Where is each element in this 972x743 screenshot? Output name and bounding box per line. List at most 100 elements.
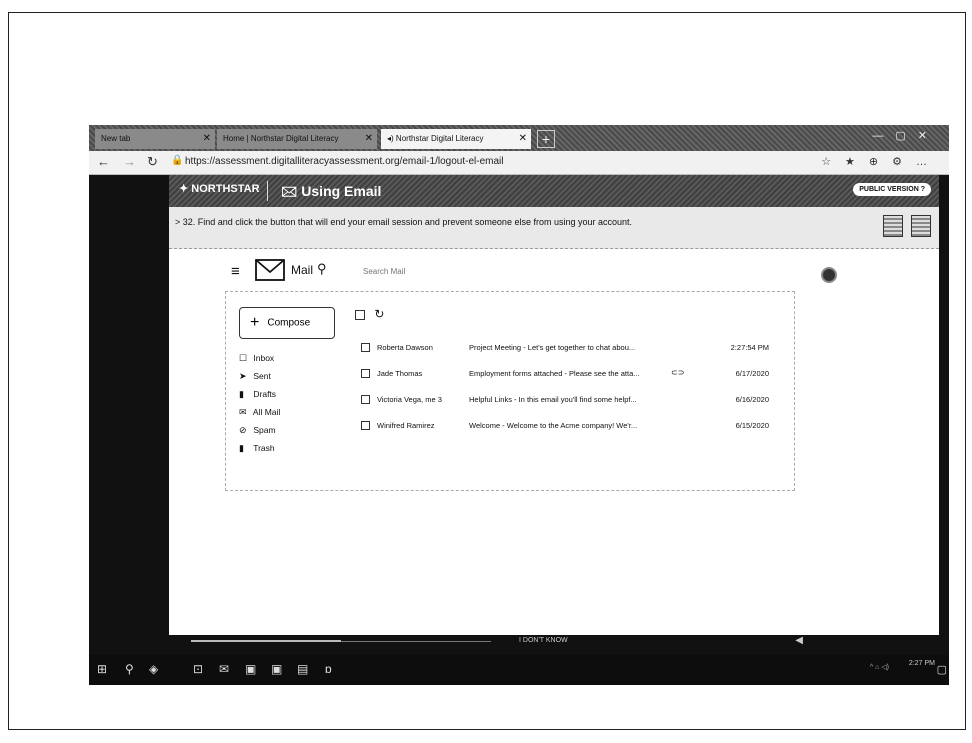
dont-know-button[interactable]: I DON'T KNOW bbox=[519, 637, 568, 644]
drafts-icon: ▮ bbox=[239, 389, 244, 399]
email-checkbox[interactable] bbox=[361, 343, 370, 352]
forward-arrow-icon[interactable]: → bbox=[123, 154, 136, 169]
sidebar-item-inbox[interactable]: ☐ Inbox bbox=[239, 349, 339, 367]
email-date: 6/17/2020 bbox=[735, 369, 769, 378]
start-icon[interactable]: ⊞ bbox=[97, 662, 107, 676]
tab-label: New tab bbox=[101, 134, 131, 143]
tab-label: Home | Northstar Digital Literacy bbox=[223, 134, 339, 143]
email-row[interactable]: Victoria Vega, me 3 Helpful Links - In t… bbox=[361, 389, 781, 415]
scan-frame: New tab ✕ Home | Northstar Digital Liter… bbox=[8, 12, 966, 730]
list-toolbar: ↻ bbox=[355, 307, 384, 321]
assessment-footer: I DON'T KNOW bbox=[169, 635, 939, 649]
back-arrow-icon[interactable]: ← bbox=[97, 154, 110, 169]
email-checkbox[interactable] bbox=[361, 369, 370, 378]
notification-icon[interactable]: ▢ bbox=[937, 663, 947, 676]
monitor-screen: New tab ✕ Home | Northstar Digital Liter… bbox=[89, 125, 949, 685]
sent-icon: ➤ bbox=[239, 371, 247, 381]
app-icon[interactable]: ▣ bbox=[245, 662, 256, 676]
tab-northstar-active[interactable]: ◂) Northstar Digital Literacy ✕ bbox=[381, 129, 531, 149]
refresh-icon[interactable]: ↻ bbox=[374, 307, 384, 321]
email-row[interactable]: Winifred Ramirez Welcome - Welcome to th… bbox=[361, 415, 781, 441]
email-sender: Roberta Dawson bbox=[377, 343, 433, 352]
email-date: 2:27:54 PM bbox=[730, 343, 769, 352]
close-icon[interactable]: ✕ bbox=[365, 129, 373, 149]
attachment-icon: ⊂⊃ bbox=[671, 368, 685, 377]
email-sender: Victoria Vega, me 3 bbox=[377, 395, 442, 404]
plus-icon: + bbox=[250, 314, 260, 331]
mail-header: ≡ Mail ⚲ bbox=[231, 257, 837, 287]
all-mail-icon: ✉ bbox=[239, 407, 247, 417]
question-text: > 32. Find and click the button that wil… bbox=[175, 217, 633, 227]
sidebar-item-sent[interactable]: ➤ Sent bbox=[239, 367, 339, 385]
refresh-icon[interactable]: ↻ bbox=[147, 154, 158, 170]
spam-icon: ⊘ bbox=[239, 425, 247, 435]
tab-northstar-home[interactable]: Home | Northstar Digital Literacy ✕ bbox=[217, 129, 377, 149]
window-controls[interactable]: —▢✕ bbox=[872, 129, 939, 142]
email-subject: Helpful Links - In this email you'll fin… bbox=[469, 395, 637, 404]
folder-label: Trash bbox=[253, 443, 275, 453]
new-tab-button[interactable]: + bbox=[537, 130, 555, 148]
sidebar-item-spam[interactable]: ⊘ Spam bbox=[239, 421, 339, 439]
close-icon[interactable]: ✕ bbox=[519, 129, 527, 149]
email-subject: Welcome - Welcome to the Acme company! W… bbox=[469, 421, 638, 430]
mail-icon[interactable]: ✉ bbox=[219, 662, 229, 676]
app-icon[interactable]: ▣ bbox=[271, 662, 282, 676]
search-icon[interactable]: ⚲ bbox=[317, 261, 327, 277]
email-row[interactable]: Jade Thomas Employment forms attached - … bbox=[361, 363, 781, 389]
header-divider bbox=[267, 181, 268, 201]
tab-new-tab[interactable]: New tab ✕ bbox=[95, 129, 215, 149]
folder-label: Sent bbox=[253, 371, 271, 381]
email-row[interactable]: Roberta Dawson Project Meeting - Let's g… bbox=[361, 337, 781, 363]
email-checkbox[interactable] bbox=[361, 395, 370, 404]
store-icon[interactable]: ⊡ bbox=[193, 662, 203, 676]
email-checkbox[interactable] bbox=[361, 421, 370, 430]
email-sender: Winifred Ramirez bbox=[377, 421, 435, 430]
sidebar-item-trash[interactable]: ▮ Trash bbox=[239, 439, 339, 457]
public-version-badge[interactable]: PUBLIC VERSION ? bbox=[853, 183, 931, 196]
cortana-icon[interactable]: ◈ bbox=[149, 662, 158, 676]
search-icon[interactable]: ⚲ bbox=[125, 662, 134, 676]
browser-toolbar-icons[interactable]: ☆★⊕⚙… bbox=[821, 155, 941, 168]
url-field[interactable]: https://assessment.digitalliteracyassess… bbox=[185, 156, 503, 167]
sidebar-item-all-mail[interactable]: ✉ All Mail bbox=[239, 403, 339, 421]
sidebar-item-drafts[interactable]: ▮ Drafts bbox=[239, 385, 339, 403]
search-input[interactable] bbox=[363, 262, 603, 280]
assessment-content: ≡ Mail ⚲ +Compose ☐ Inbox bbox=[169, 249, 939, 635]
email-subject: Project Meeting - Let's get together to … bbox=[469, 343, 636, 352]
hamburger-menu-icon[interactable]: ≡ bbox=[231, 263, 240, 280]
inbox-icon: ☐ bbox=[239, 353, 248, 363]
tab-label: Northstar Digital Literacy bbox=[395, 134, 484, 143]
northstar-logo: ✦ NORTHSTAR bbox=[179, 183, 260, 195]
email-date: 6/15/2020 bbox=[735, 421, 769, 430]
question-bar: > 32. Find and click the button that wil… bbox=[169, 207, 939, 249]
app-icon[interactable]: ▤ bbox=[297, 662, 308, 676]
northstar-header: ✦ NORTHSTAR 🖂 Using Email PUBLIC VERSION… bbox=[169, 175, 939, 207]
folder-label: All Mail bbox=[252, 407, 281, 417]
email-date: 6/16/2020 bbox=[735, 395, 769, 404]
volume-icon[interactable]: ◀ bbox=[795, 635, 803, 646]
close-icon[interactable]: ✕ bbox=[203, 129, 211, 149]
app-icon[interactable]: ɒ bbox=[325, 662, 332, 676]
email-list: Roberta Dawson Project Meeting - Let's g… bbox=[361, 337, 781, 441]
mail-title: Mail bbox=[291, 263, 314, 277]
speaker-icon: ◂) bbox=[387, 134, 394, 143]
lock-icon: 🔒 bbox=[171, 155, 184, 166]
trash-icon: ▮ bbox=[239, 443, 244, 453]
email-subject: Employment forms attached - Please see t… bbox=[469, 369, 640, 378]
select-all-checkbox[interactable] bbox=[355, 309, 365, 320]
address-bar: ← → ↻ 🔒 https://assessment.digitallitera… bbox=[89, 151, 949, 175]
folder-label: Inbox bbox=[253, 353, 275, 363]
folder-label: Spam bbox=[253, 425, 276, 435]
module-title: 🖂 Using Email bbox=[281, 183, 382, 199]
compose-button[interactable]: + Compose bbox=[239, 307, 335, 339]
envelope-icon bbox=[255, 259, 285, 281]
audio-icon[interactable] bbox=[883, 215, 903, 237]
browser-tab-bar: New tab ✕ Home | Northstar Digital Liter… bbox=[89, 125, 949, 151]
system-tray[interactable]: ^ ⌂ ◁) bbox=[870, 663, 889, 671]
taskbar: ◀ ⊞ ⚲ ◈ ⊡ ✉ ▣ ▣ ▤ ɒ ^ ⌂ ◁) 2:27 PM ▢ bbox=[89, 635, 949, 685]
email-sender: Jade Thomas bbox=[377, 369, 423, 378]
keyboard-icon[interactable] bbox=[911, 215, 931, 237]
clock: 2:27 PM bbox=[908, 660, 935, 667]
folder-list: ☐ Inbox ➤ Sent ▮ Drafts ✉ All Mail ⊘ Spa… bbox=[239, 349, 339, 457]
avatar[interactable] bbox=[821, 267, 837, 283]
